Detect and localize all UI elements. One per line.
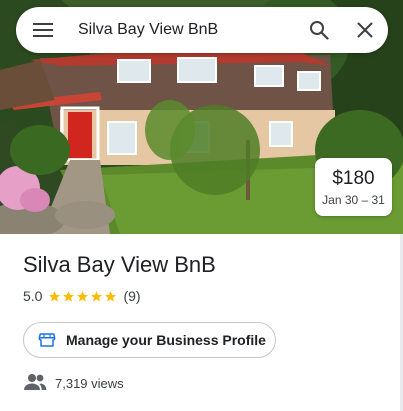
star-icon [77, 290, 89, 301]
search-bar[interactable]: Silva Bay View BnB [16, 7, 388, 53]
close-button[interactable] [342, 7, 388, 53]
rating-value: 5.0 [23, 288, 43, 304]
views-count: 7,319 views [55, 375, 124, 391]
manage-business-profile-label: Manage your Business Profile [66, 332, 266, 348]
review-count[interactable]: (9) [123, 288, 140, 304]
manage-business-profile-button[interactable]: Manage your Business Profile [23, 322, 276, 358]
star-icon [105, 290, 117, 301]
stay-dates: Jan 30 – 31 [322, 192, 385, 207]
star-icon [49, 290, 61, 301]
star-icon [91, 290, 103, 301]
place-title: Silva Bay View BnB [23, 252, 216, 277]
price-card[interactable]: $180 Jan 30 – 31 [315, 158, 392, 216]
menu-button[interactable] [16, 7, 70, 53]
star-icon [63, 290, 75, 301]
search-input[interactable]: Silva Bay View BnB [70, 21, 296, 39]
close-icon [357, 22, 373, 38]
menu-icon [33, 23, 53, 37]
rating-row[interactable]: 5.0 (9) [23, 288, 141, 304]
views-row: 7,319 views [23, 373, 124, 393]
nightly-price: $180 [332, 167, 375, 189]
search-icon [310, 21, 329, 40]
storefront-icon [38, 331, 56, 349]
search-button[interactable] [296, 7, 342, 53]
people-icon [23, 373, 47, 393]
star-rating [48, 290, 118, 303]
